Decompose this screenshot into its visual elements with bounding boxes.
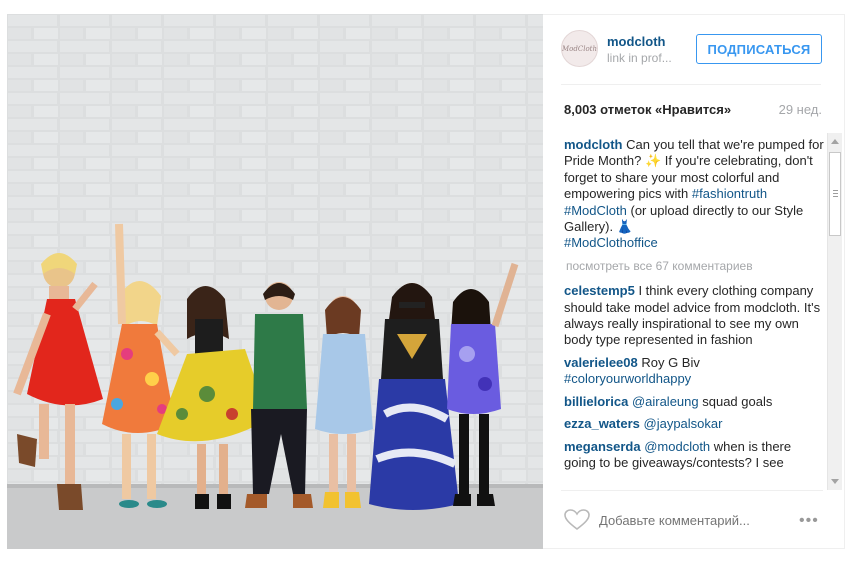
comment-hashtag[interactable]: #coloryourworldhappy: [564, 371, 691, 386]
scroll-up-arrow-icon[interactable]: [831, 139, 839, 144]
comment-item: celestemp5 I think every clothing compan…: [564, 283, 826, 349]
username-link[interactable]: modcloth: [607, 34, 666, 49]
follow-button[interactable]: ПОДПИСАТЬСЯ: [696, 34, 822, 64]
comments-scrollbar[interactable]: [827, 133, 842, 490]
comment-username[interactable]: valerielee08: [564, 355, 638, 370]
heart-outline-icon[interactable]: [564, 509, 590, 531]
profile-link-text: link in prof...: [607, 51, 672, 65]
comment-text: squad goals: [698, 393, 773, 409]
likes-count[interactable]: 8,003 отметок «Нравится»: [564, 102, 731, 117]
grip-line: [833, 196, 838, 197]
view-all-comments-link[interactable]: посмотреть все 67 комментариев: [566, 258, 826, 274]
grip-line: [833, 190, 838, 191]
grip-line: [833, 193, 838, 194]
add-comment-input[interactable]: [599, 513, 779, 528]
post-details-panel: ModCloth modcloth link in prof... ПОДПИС…: [543, 14, 845, 549]
comment-item: meganserda @modcloth when is there going…: [564, 439, 826, 472]
post-age[interactable]: 29 нед.: [779, 102, 822, 117]
comment-username[interactable]: meganserda: [564, 439, 641, 454]
comment-text: Roy G Biv: [637, 354, 700, 370]
comment-username[interactable]: billielorica: [564, 394, 628, 409]
post-photo[interactable]: [7, 14, 543, 549]
header-divider: [561, 84, 821, 85]
post-header: ModCloth modcloth link in prof... ПОДПИС…: [543, 15, 845, 85]
sparkles-emoji: ✨: [644, 153, 662, 169]
caption-username[interactable]: modcloth: [564, 137, 623, 152]
comment-username[interactable]: celestemp5: [564, 283, 635, 298]
hashtag-modclothoffice[interactable]: #ModClothoffice: [564, 235, 658, 250]
comment-mention[interactable]: @airaleung: [632, 394, 699, 409]
photo-illustration: [7, 14, 543, 549]
dress-emoji: 👗: [616, 219, 633, 235]
hashtag-fashiontruth[interactable]: #fashiontruth: [692, 186, 767, 201]
scrollbar-thumb[interactable]: [829, 152, 841, 236]
avatar-logo-text: ModCloth: [562, 44, 597, 53]
scroll-down-arrow-icon[interactable]: [831, 479, 839, 484]
comment-item: billielorica @airaleung squad goals: [564, 394, 826, 410]
footer-divider: [561, 490, 823, 491]
comment-mention[interactable]: @modcloth: [644, 439, 710, 454]
comment-mention[interactable]: @jaypalsokar: [644, 416, 723, 431]
comment-item: ezza_waters @jaypalsokar: [564, 416, 826, 432]
comments-list[interactable]: modcloth Can you tell that we're pumped …: [564, 137, 826, 490]
likes-row: 8,003 отметок «Нравится» 29 нед.: [564, 102, 822, 120]
hashtag-modcloth[interactable]: #ModCloth: [564, 203, 627, 218]
avatar[interactable]: ModCloth: [561, 30, 598, 67]
comment-username[interactable]: ezza_waters: [564, 416, 640, 431]
caption: modcloth Can you tell that we're pumped …: [564, 137, 826, 252]
ellipsis-icon[interactable]: •••: [799, 512, 819, 530]
comment-item: valerielee08 Roy G Biv #coloryourworldhap…: [564, 355, 826, 388]
